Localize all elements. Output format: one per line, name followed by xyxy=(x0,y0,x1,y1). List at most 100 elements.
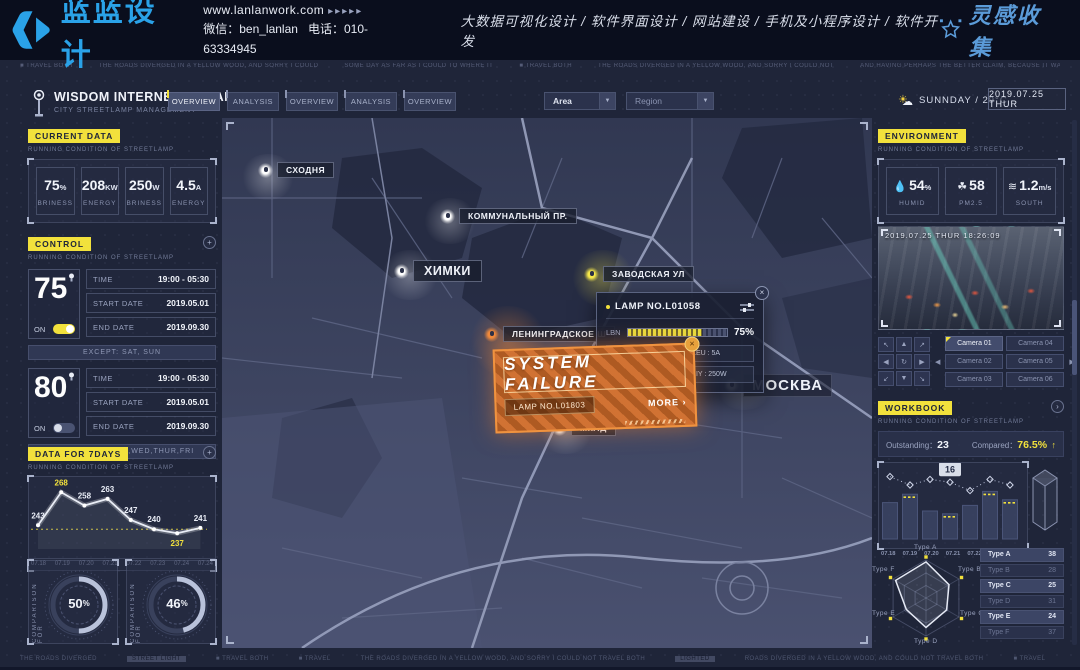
tab-overview-3[interactable]: OVERVIEW xyxy=(404,92,456,111)
end-date-row: END DATE2019.09.30 xyxy=(86,416,216,436)
comparison-gauge-2: COMPARISON FOR 46% xyxy=(126,560,216,644)
tab-overview-1[interactable]: OVERVIEW xyxy=(168,92,220,111)
schedule-2-toggle[interactable] xyxy=(53,423,75,433)
camera-video-feed: 2019.07.25 THUR 18:26:09 xyxy=(878,226,1064,330)
popup-close-icon[interactable]: × xyxy=(755,286,769,300)
region-select[interactable]: Region ▼ xyxy=(626,92,714,110)
pan-down-button[interactable]: ▼ xyxy=(896,371,912,386)
radar-panel: Type A Type B Type C Type D Type E Type … xyxy=(878,546,1064,650)
banner-wechat: 微信：ben_lanlan xyxy=(203,22,298,36)
stat-pm25: ☘58 PM2.5 xyxy=(945,167,998,215)
legend-type-e[interactable]: Type E24 xyxy=(980,610,1064,624)
legend-type-d[interactable]: Type D31 xyxy=(980,595,1064,609)
video-timestamp: 2019.07.25 THUR 18:26:09 xyxy=(885,231,1001,240)
workbook-stats: Outstanding：23 Compared：76.5% ↑ xyxy=(878,431,1064,457)
lbn-progress-bar xyxy=(627,328,728,337)
radar-axis-d: Type D xyxy=(914,638,938,645)
cube-decor xyxy=(1029,462,1061,536)
alert-more-button[interactable]: MORE › xyxy=(648,396,687,407)
legend-type-a[interactable]: Type A38 xyxy=(980,548,1064,562)
reset-view-button[interactable]: ↻ xyxy=(896,354,912,369)
stat-energy-kw: 208KW ENERGY xyxy=(81,167,120,215)
workbook-more-button[interactable]: › xyxy=(1051,400,1064,413)
camera-02-button[interactable]: Camera 02 xyxy=(945,354,1003,369)
legend-type-c[interactable]: Type C25 xyxy=(980,579,1064,593)
tab-overview-2[interactable]: OVERVIEW xyxy=(286,92,338,111)
alert-title: SYSTEM FAILURE xyxy=(504,349,685,395)
lamp-pin-icon xyxy=(440,209,455,224)
workbook-chart-frame: 16 xyxy=(878,462,1028,549)
map-marker-khimki[interactable]: ХИМКИ xyxy=(394,260,482,282)
expand-chart-button[interactable]: + xyxy=(203,446,216,459)
panel-subtitle: RUNNING CONDITION OF STREETLAMP xyxy=(878,147,1064,153)
camera-prev-button[interactable]: ◀ xyxy=(935,358,940,366)
wind-icon: ≋ xyxy=(1008,181,1017,193)
droplet-icon: 💧 xyxy=(893,181,907,193)
seven-day-chart-frame: 243268258263247240237241 07.1807.1907.20… xyxy=(28,476,216,571)
compared-percent: 76.5% xyxy=(1017,439,1047,451)
map-marker-zavodskaya[interactable]: ЗАВОДСКАЯ УЛ xyxy=(584,266,694,282)
camera-03-button[interactable]: Camera 03 xyxy=(945,372,1003,387)
sun-cloud-icon: ☀☁ xyxy=(898,93,914,107)
camera-05-button[interactable]: Camera 05 xyxy=(1006,354,1064,369)
environment-title: ENVIRONMENT xyxy=(878,129,966,143)
logo-text: 蓝蓝设计 xyxy=(61,0,185,74)
pan-up-left-button[interactable]: ↖ xyxy=(878,337,894,352)
pan-right-button[interactable]: ▶ xyxy=(914,354,930,369)
radar-axis-e: Type E xyxy=(872,610,895,617)
map-marker-skhodnya[interactable]: СХОДНЯ xyxy=(258,162,334,178)
panel-subtitle: RUNNING CONDITION OF STREETLAMP xyxy=(28,147,216,153)
pan-down-left-button[interactable]: ↙ xyxy=(878,371,894,386)
leaf-icon: ☘ xyxy=(957,181,967,193)
tab-analysis-1[interactable]: ANALYSIS xyxy=(227,92,279,111)
add-control-button[interactable]: + xyxy=(203,236,216,249)
svg-text:268: 268 xyxy=(55,478,69,487)
svg-text:258: 258 xyxy=(78,491,92,500)
lbn-label: LBN xyxy=(606,328,621,337)
pan-left-button[interactable]: ◀ xyxy=(878,354,894,369)
legend-type-b[interactable]: Type B28 xyxy=(980,564,1064,578)
environment-panel: ENVIRONMENT RUNNING CONDITION OF STREETL… xyxy=(878,126,1064,223)
banner-website[interactable]: www.lanlanwork.com xyxy=(203,3,324,17)
pan-down-right-button[interactable]: ↘ xyxy=(914,371,930,386)
vertical-scrollbar xyxy=(1072,120,1077,645)
camera-panel: 2019.07.25 THUR 18:26:09 ↖ ▲ ↗ ◀ ↻ ▶ ↙ ▼… xyxy=(878,226,1064,387)
legend-type-f[interactable]: Type F37 xyxy=(980,626,1064,640)
camera-01-button[interactable]: Camera 01 xyxy=(945,336,1003,351)
workbook-bar-chart: 16 xyxy=(879,463,1027,548)
stat-humidity: 💧54% HUMID xyxy=(886,167,939,215)
panel-subtitle: RUNNING CONDITION OF STREETLAMP xyxy=(28,255,216,261)
panel-frame: 75% BRINESS 208KW ENERGY 250W BRINESS 4.… xyxy=(28,159,216,223)
equalizer-icon[interactable] xyxy=(740,302,754,312)
streetlamp-icon xyxy=(32,90,46,120)
end-date-row: END DATE2019.09.30 xyxy=(86,317,216,337)
svg-text:263: 263 xyxy=(101,485,115,494)
arrow-up-icon: ↑ xyxy=(1052,440,1057,450)
camera-04-button[interactable]: Camera 04 xyxy=(1006,336,1064,351)
comparison-gauge-1: COMPARISON FOR 50% xyxy=(28,560,118,644)
outstanding-count: 23 xyxy=(937,439,949,451)
lanlan-logo-icon xyxy=(12,10,55,50)
map-marker-kommunalny[interactable]: КОММУНАЛЬНЫЙ ПР. xyxy=(440,208,577,224)
area-select[interactable]: Area ▼ xyxy=(544,92,616,110)
seven-day-line-chart: 243268258263247240237241 xyxy=(29,477,215,558)
city-map[interactable]: СХОДНЯ КОММУНАЛЬНЫЙ ПР. ХИМКИ ЗАВОДСКАЯ … xyxy=(222,118,872,648)
scrollbar-thumb[interactable] xyxy=(1072,300,1077,375)
tab-analysis-2[interactable]: ANALYSIS xyxy=(345,92,397,111)
lamp-pin-icon-orange xyxy=(484,327,499,342)
bulb-icon xyxy=(68,273,75,282)
camera-list: Camera 01 Camera 04 Camera 02 Camera 05 … xyxy=(945,336,1064,387)
camera-06-button[interactable]: Camera 06 xyxy=(1006,372,1064,387)
pan-up-button[interactable]: ▲ xyxy=(896,337,912,352)
pan-up-right-button[interactable]: ↗ xyxy=(914,337,930,352)
stat-briness-percent: 75% BRINESS xyxy=(36,167,75,215)
main-tabs: OVERVIEW ANALYSIS OVERVIEW ANALYSIS OVER… xyxy=(168,92,456,111)
inspiration-collect[interactable]: 灵感收集 xyxy=(939,0,1062,62)
workbook-title: WORKBOOK xyxy=(878,401,952,415)
schedule-1-toggle[interactable] xyxy=(53,324,75,334)
status-dot xyxy=(606,305,610,309)
chevron-down-icon: ▼ xyxy=(599,93,615,109)
alert-tick-decor xyxy=(625,419,685,425)
panel-subtitle: RUNNING CONDITION OF STREETLAMP xyxy=(28,465,216,471)
lamp-pin-icon xyxy=(394,264,409,279)
